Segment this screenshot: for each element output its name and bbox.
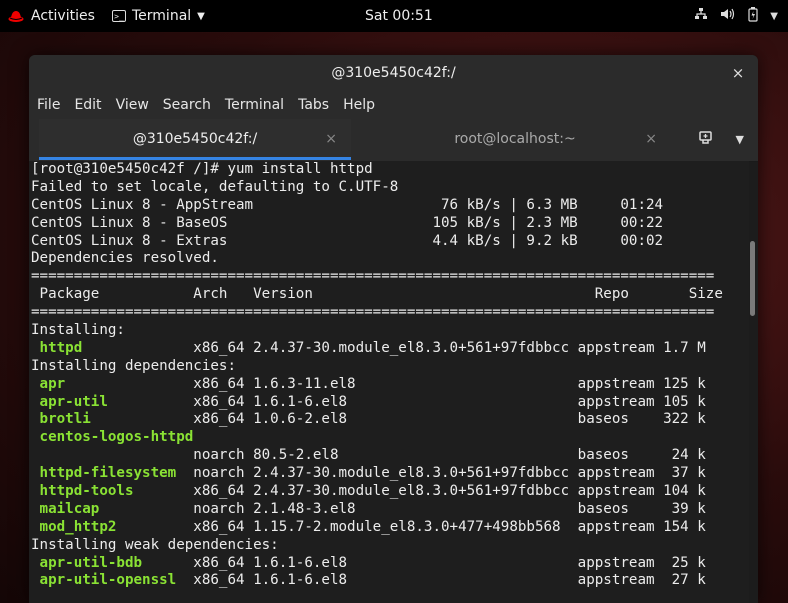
tab-inactive[interactable]: root@localhost:~ × (359, 119, 671, 160)
terminal-line: brotli x86_64 1.0.6-2.el8 baseos 322 k (39, 411, 706, 428)
terminal-line: httpd-tools x86_64 2.4.37-30.module_el8.… (39, 483, 706, 500)
tabs-menu-chevron-icon[interactable]: ▼ (736, 119, 744, 160)
package-name: httpd-tools (39, 483, 134, 500)
package-name: mailcap (39, 500, 100, 517)
terminal-line: apr-util-bdb x86_64 1.6.1-6.el8 appstrea… (39, 554, 706, 571)
scrollbar[interactable] (750, 241, 755, 316)
terminal-line: noarch 80.5-2.el8 baseos 24 k (31, 447, 706, 464)
battery-icon (748, 6, 758, 26)
terminal-icon: >_ (112, 10, 126, 22)
package-name: apr-util-openssl (39, 572, 177, 589)
package-name: httpd (39, 339, 83, 356)
terminal-line: centos-logos-httpd (31, 429, 749, 447)
terminal-line: httpd x86_64 2.4.37-30.module_el8.3.0+56… (39, 339, 706, 356)
volume-icon (720, 7, 736, 25)
chevron-down-icon: ▼ (197, 10, 205, 22)
app-menu-button[interactable]: >_ Terminal ▼ (112, 0, 205, 32)
menu-bar: File Edit View Search Terminal Tabs Help (29, 91, 758, 119)
package-name: httpd-filesystem (39, 465, 177, 482)
terminal-line: ========================================… (31, 304, 715, 321)
menu-tabs[interactable]: Tabs (298, 97, 329, 113)
window-titlebar[interactable]: @310e5450c42f:/ × (29, 55, 758, 91)
terminal-line: Installing dependencies: (31, 357, 236, 374)
package-name: apr-util-bdb (39, 554, 143, 571)
tab-bar: @310e5450c42f:/ × root@localhost:~ × ▼ (29, 119, 758, 162)
terminal-line: Dependencies resolved. (31, 250, 219, 267)
package-name: mod_http2 (39, 518, 117, 535)
tab-active[interactable]: @310e5450c42f:/ × (39, 119, 351, 160)
terminal-line: mailcap noarch 2.1.48-3.el8 baseos 39 k (39, 500, 706, 517)
menu-search[interactable]: Search (163, 97, 211, 113)
redhat-logo-icon (8, 9, 24, 23)
terminal-line: httpd-filesystem noarch 2.4.37-30.module… (39, 465, 706, 482)
app-name-label: Terminal (132, 8, 192, 24)
window-title: @310e5450c42f:/ (331, 65, 456, 81)
tab-close-icon[interactable]: × (645, 119, 657, 160)
terminal-line: apr-util x86_64 1.6.1-6.el8 appstream 10… (39, 393, 706, 410)
terminal-line: ========================================… (31, 268, 715, 285)
tab-label: @310e5450c42f:/ (132, 131, 258, 147)
terminal-line: mod_http2 x86_64 1.15.7-2.module_el8.3.0… (39, 518, 706, 535)
close-icon[interactable]: × (728, 55, 748, 91)
terminal-line: CentOS Linux 8 - BaseOS 105 kB/s | 2.3 M… (31, 214, 664, 231)
activities-label: Activities (31, 8, 95, 24)
menu-file[interactable]: File (37, 97, 60, 113)
terminal-line: Installing: (31, 322, 125, 339)
package-name: apr-util (39, 393, 108, 410)
clock[interactable]: Sat 00:51 (365, 0, 433, 32)
network-icon (694, 7, 708, 25)
terminal-line: apr x86_64 1.6.3-11.el8 appstream 125 k (39, 375, 706, 392)
terminal-line: Installing weak dependencies: (31, 536, 279, 553)
package-name: centos-logos-httpd (39, 429, 194, 446)
menu-view[interactable]: View (116, 97, 149, 113)
activities-button[interactable]: Activities (8, 0, 95, 32)
terminal-line: Failed to set locale, defaulting to C.UT… (31, 178, 399, 195)
terminal-line: apr-util-openssl x86_64 1.6.1-6.el8 apps… (39, 572, 706, 589)
package-name: apr (39, 375, 66, 392)
system-tray[interactable]: ▼ (694, 0, 778, 32)
terminal-line: CentOS Linux 8 - AppStream 76 kB/s | 6.3… (31, 196, 664, 213)
menu-help[interactable]: Help (343, 97, 375, 113)
top-bar: Activities >_ Terminal ▼ Sat 00:51 ▼ (0, 0, 788, 32)
terminal-line: [root@310e5450c42f /]# yum install httpd (31, 161, 373, 177)
new-tab-icon[interactable] (698, 119, 714, 160)
menu-terminal[interactable]: Terminal (225, 97, 284, 113)
terminal-line: Package Arch Version Repo Size (31, 286, 723, 303)
terminal-output[interactable]: [root@310e5450c42f /]# yum install httpd… (29, 161, 749, 603)
system-menu-chevron-icon: ▼ (770, 10, 778, 22)
terminal-window: @310e5450c42f:/ × File Edit View Search … (29, 55, 758, 603)
terminal-line: CentOS Linux 8 - Extras 4.4 kB/s | 9.2 k… (31, 232, 664, 249)
tab-label: root@localhost:~ (454, 131, 576, 147)
package-name: brotli (39, 411, 91, 428)
menu-edit[interactable]: Edit (74, 97, 101, 113)
tab-close-icon[interactable]: × (325, 119, 337, 160)
